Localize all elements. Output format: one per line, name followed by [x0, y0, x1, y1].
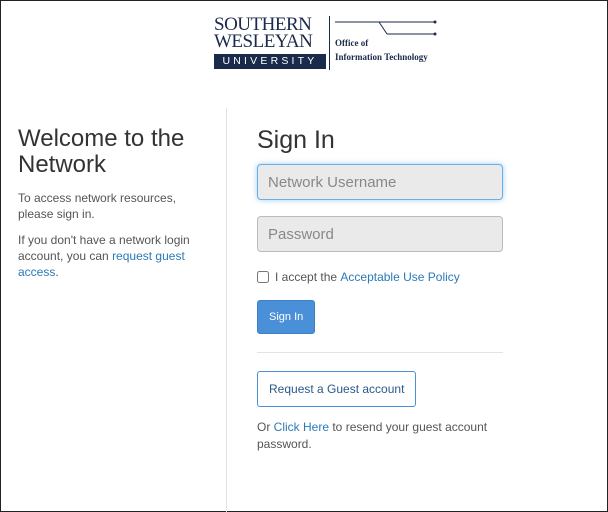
accept-policy-checkbox[interactable] — [257, 271, 269, 283]
welcome-text: To access network resources, please sign… — [18, 191, 177, 221]
click-here-link[interactable]: Click Here — [274, 420, 329, 434]
signin-button[interactable]: Sign In — [257, 300, 316, 334]
logo-word-wesleyan: WESLEYAN — [214, 31, 313, 52]
resend-prefix: Or — [257, 420, 274, 434]
acceptable-use-policy-link[interactable]: Acceptable Use Policy — [340, 270, 459, 284]
resend-password-text: Or Click Here to resend your guest accou… — [257, 419, 507, 453]
column-divider — [226, 108, 227, 512]
logo-divider — [329, 16, 330, 70]
logo-information-technology: Information Technology — [335, 52, 428, 62]
username-input[interactable] — [257, 164, 503, 200]
university-logo: SOUTHERN WESLEYAN UNIVERSITY Office of I… — [214, 15, 455, 76]
logo-wordmark: SOUTHERN WESLEYAN — [214, 15, 313, 52]
form-divider — [257, 352, 503, 353]
logo-office-of: Office of — [335, 38, 369, 48]
welcome-panel: Welcome to the Network To access network… — [18, 126, 213, 290]
signin-title: Sign In — [257, 126, 335, 154]
welcome-title: Welcome to the Network — [18, 125, 185, 178]
logo-university-bar: UNIVERSITY — [214, 54, 326, 69]
password-input[interactable] — [257, 216, 503, 252]
accept-policy-row: I accept the Acceptable Use Policy — [257, 270, 505, 284]
guest-info-suffix: . — [55, 265, 59, 279]
logo-oit: Office of Information Technology — [335, 16, 455, 70]
guest-info-text: If you don't have a network login accoun… — [18, 232, 213, 280]
accept-policy-prefix: I accept the — [275, 270, 338, 284]
request-guest-account-button[interactable]: Request a Guest account — [257, 371, 417, 407]
logo-line-art-icon — [335, 20, 437, 36]
signin-panel: Sign In I accept the Acceptable Use Poli… — [257, 126, 505, 453]
